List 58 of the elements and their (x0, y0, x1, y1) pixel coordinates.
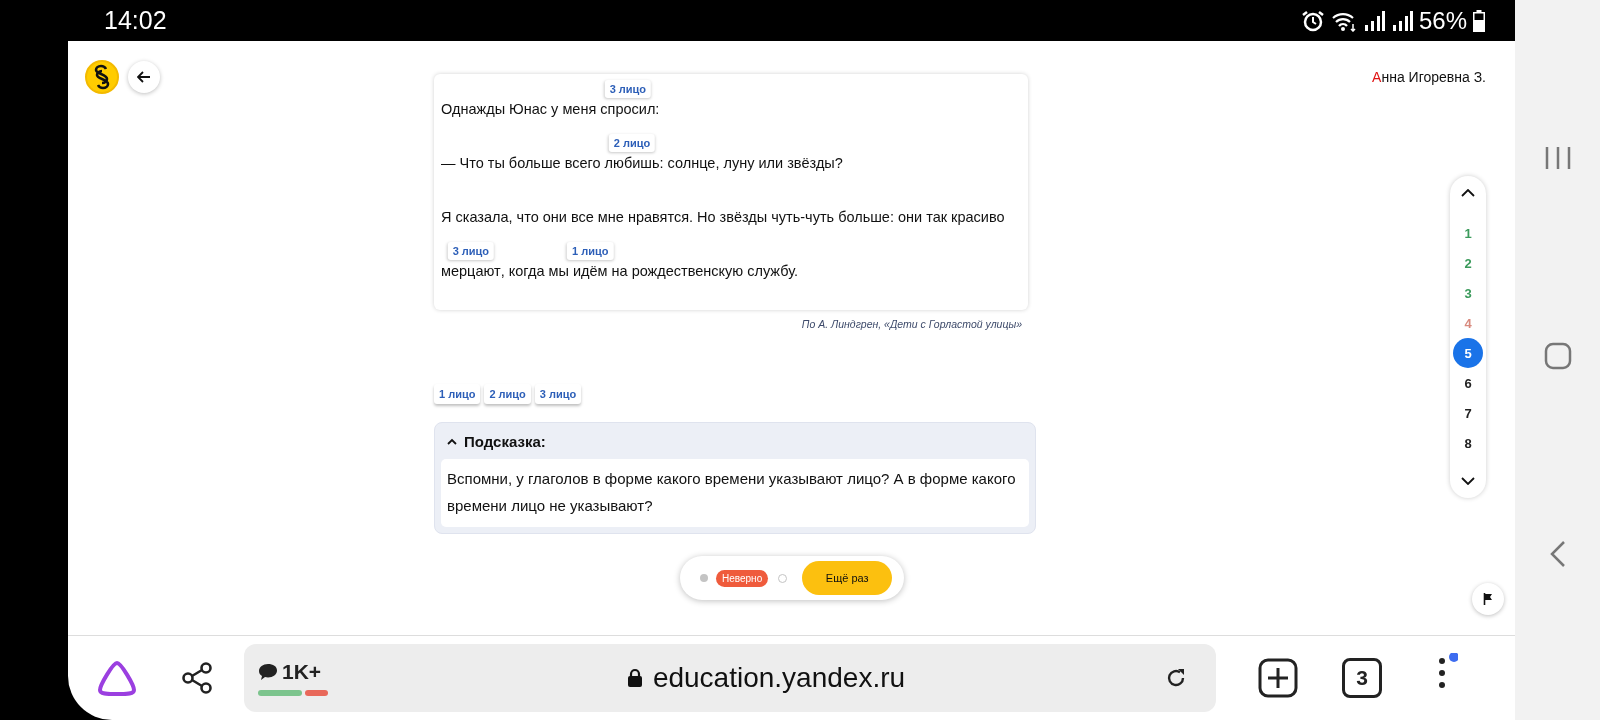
text-fragment: : солнце, луну или звёзды? (659, 155, 843, 171)
answer-chip[interactable]: 1 лицо (567, 242, 614, 260)
user-name[interactable]: Анна Игоревна З. (1372, 69, 1486, 85)
text-fragment: мерцают (441, 263, 501, 279)
battery-icon (1473, 9, 1485, 32)
back-arrow-icon (137, 71, 151, 83)
alarm-icon (1300, 9, 1325, 32)
report-button[interactable] (1472, 583, 1504, 615)
status-time: 14:02 (104, 6, 167, 35)
assistant-icon[interactable] (96, 659, 138, 697)
task-number[interactable]: 5 (1453, 338, 1483, 368)
comment-icon (258, 663, 278, 681)
text-fragment: идём (572, 263, 608, 279)
task-number[interactable]: 8 (1453, 428, 1483, 458)
hint-text: Вспомни, у глаголов в форме какого времени указывают лицо? А в форме какого времени лицо не указывают? (441, 459, 1029, 527)
text-fragment: на рождественскую службу. (610, 263, 799, 279)
retry-button[interactable]: Ещё раз (802, 561, 893, 595)
text-fragment: любишь (604, 155, 660, 171)
chevron-down-icon (1461, 477, 1475, 485)
back-button[interactable] (128, 61, 160, 93)
url-text: education.yandex.ru (652, 662, 906, 694)
chevron-up-icon (1461, 189, 1475, 197)
source-caption: По А. Линдгрен, «Дети с Горластой улицы» (800, 317, 1023, 330)
status-dot-icon (700, 574, 708, 582)
text-fragment: Я сказала, что они все мне нравятся. Но звёзды чуть-чуть больше: они так красиво (441, 209, 1005, 225)
chevron-icon (447, 438, 457, 445)
answer-chip[interactable]: 2 лицо (484, 384, 531, 404)
battery-percent: 56% (1418, 6, 1467, 35)
text-fragment: Однажды Юнас у меня (441, 101, 598, 117)
address-bar[interactable]: 1K+ education.yandex.ru (244, 644, 1216, 712)
hint-toggle[interactable]: Подсказка: (441, 423, 552, 459)
recent-apps-icon[interactable] (1543, 145, 1572, 171)
rating-bar-icon (258, 690, 328, 696)
tabs-button[interactable]: 3 (1342, 658, 1382, 698)
text-fragment: , когда мы (500, 263, 570, 279)
comment-count: 1K+ (282, 660, 322, 684)
lock-icon (626, 668, 643, 688)
wrong-badge: Неверно (716, 569, 769, 587)
task-number[interactable]: 2 (1453, 248, 1483, 278)
task-number[interactable]: 7 (1453, 398, 1483, 428)
back-icon[interactable] (1548, 540, 1567, 568)
answer-chip[interactable]: 2 лицо (608, 134, 656, 152)
new-tab-icon[interactable] (1258, 658, 1298, 698)
text-fragment: : (655, 101, 660, 117)
home-icon[interactable] (1543, 341, 1572, 370)
task-number[interactable]: 1 (1453, 218, 1483, 248)
answer-chip[interactable]: 3 лицо (604, 80, 652, 98)
task-number[interactable]: 3 (1453, 278, 1483, 308)
answer-chip[interactable]: 3 лицо (447, 242, 495, 260)
flag-icon (1483, 593, 1493, 605)
text-fragment: — Что ты больше всего (441, 155, 602, 171)
task-number[interactable]: 6 (1453, 368, 1483, 398)
signal-icon (1362, 10, 1385, 31)
answer-chip[interactable]: 1 лицо (434, 384, 481, 404)
answer-chip[interactable]: 3 лицо (534, 384, 582, 404)
logo-icon[interactable] (85, 60, 119, 94)
signal-icon (1390, 10, 1413, 31)
share-icon[interactable] (180, 661, 214, 695)
